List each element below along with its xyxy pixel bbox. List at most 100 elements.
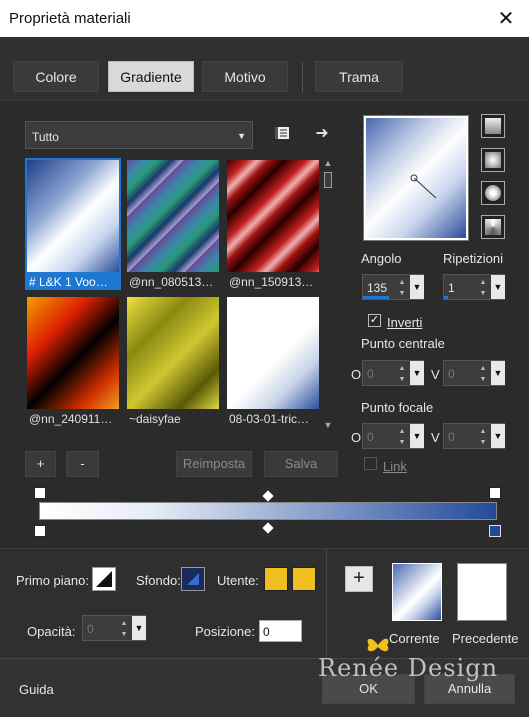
- invert-checkbox[interactable]: ✓: [368, 314, 381, 327]
- opacity-value: 0: [87, 622, 94, 636]
- opacity-stepper[interactable]: ▲ ▼: [118, 618, 130, 640]
- center-v-spinner[interactable]: 0 ▲ ▼ ▼: [443, 360, 505, 386]
- gradient-thumb[interactable]: 08-03-01-tric…: [225, 295, 321, 427]
- close-icon[interactable]: ✕: [483, 0, 529, 37]
- gradient-thumb[interactable]: @nn_240911…: [25, 295, 121, 427]
- previous-material-swatch[interactable]: [457, 563, 507, 621]
- gradient-editor-bar[interactable]: [39, 502, 497, 520]
- center-o-stepper[interactable]: ▲ ▼: [396, 363, 408, 385]
- focal-o-value: 0: [367, 430, 374, 444]
- position-label: Posizione:: [195, 624, 255, 639]
- remove-gradient-button[interactable]: -: [66, 451, 99, 477]
- chevron-down-icon[interactable]: ▼: [410, 424, 424, 448]
- foreground-triangle-icon: [96, 571, 112, 587]
- gradient-stop-marker[interactable]: [489, 487, 501, 499]
- chevron-down-icon[interactable]: ▼: [491, 275, 505, 299]
- arrow-right-icon[interactable]: ➜: [310, 121, 334, 145]
- user-color-swatch[interactable]: [264, 567, 288, 591]
- angle-handle-icon[interactable]: [408, 172, 442, 202]
- angle-spinner[interactable]: 135 ▲ ▼ ▼: [362, 274, 424, 300]
- chevron-down-icon[interactable]: ▼: [410, 361, 424, 385]
- save-button[interactable]: Salva: [264, 451, 338, 477]
- focal-v-label: V: [431, 430, 440, 445]
- angle-stepper[interactable]: ▲ ▼: [396, 277, 408, 299]
- gradient-stop-marker[interactable]: [34, 487, 46, 499]
- center-v-value: 0: [448, 367, 455, 381]
- category-dropdown[interactable]: Tutto ▼: [25, 121, 253, 149]
- help-link[interactable]: Guida: [19, 682, 54, 697]
- focal-point-label: Punto focale: [361, 400, 434, 415]
- chevron-down-icon[interactable]: ▼: [410, 275, 424, 299]
- current-label: Corrente: [389, 631, 440, 646]
- gradient-label: ~daisyfae: [129, 412, 181, 426]
- gradient-swatch: [227, 160, 319, 272]
- butterfly-icon: [367, 638, 389, 652]
- gradient-swatch: [227, 297, 319, 409]
- angle-value: 135: [367, 281, 388, 295]
- gradient-thumb[interactable]: @nn_080513…: [125, 158, 221, 290]
- tab-gradiente[interactable]: Gradiente: [108, 61, 194, 92]
- tab-separator: [302, 62, 303, 92]
- gradient-label: @nn_150913…: [229, 275, 314, 289]
- focal-o-label: O: [351, 430, 362, 445]
- add-user-color-button[interactable]: +: [345, 566, 373, 592]
- gradient-stop-marker[interactable]: [489, 525, 501, 537]
- gradient-label: @nn_080513…: [129, 275, 214, 289]
- chevron-down-icon[interactable]: ▼: [132, 616, 146, 640]
- repeats-slider[interactable]: [444, 296, 448, 299]
- focal-v-stepper[interactable]: ▲ ▼: [477, 426, 489, 448]
- current-material-swatch[interactable]: [392, 563, 442, 621]
- focal-v-spinner[interactable]: 0 ▲ ▼ ▼: [443, 423, 505, 449]
- angle-slider[interactable]: [363, 296, 389, 299]
- radial-style-icon[interactable]: [481, 215, 505, 239]
- user-color-swatch-alt[interactable]: [292, 567, 316, 591]
- sunburst-style-icon[interactable]: [481, 181, 505, 205]
- foreground-swatch[interactable]: [92, 567, 116, 591]
- scroll-up-icon[interactable]: ▲: [322, 158, 334, 168]
- gradient-label: # L&K 1 Voo…: [29, 275, 108, 289]
- gradient-thumb[interactable]: ~daisyfae: [125, 295, 221, 427]
- window-title: Proprietà materiali: [9, 10, 131, 27]
- gradient-thumb[interactable]: @nn_150913…: [225, 158, 321, 290]
- repeats-value: 1: [448, 281, 455, 295]
- gradient-label: @nn_240911…: [29, 412, 113, 426]
- scroll-down-icon[interactable]: ▼: [322, 420, 334, 430]
- rect-style-icon[interactable]: [481, 148, 505, 172]
- gradient-preview[interactable]: [363, 115, 469, 241]
- repeats-spinner[interactable]: 1 ▲ ▼ ▼: [443, 274, 505, 300]
- background-triangle-icon: [187, 573, 199, 585]
- add-gradient-button[interactable]: +: [25, 451, 56, 477]
- watermark: Renée Design: [318, 654, 499, 682]
- title-bar: Proprietà materiali ✕: [0, 0, 529, 37]
- opacity-label: Opacità:: [27, 624, 76, 639]
- background-label: Sfondo:: [136, 573, 181, 588]
- gradient-library-icon[interactable]: [270, 121, 294, 145]
- tab-motivo[interactable]: Motivo: [202, 61, 288, 92]
- focal-o-stepper[interactable]: ▲ ▼: [396, 426, 408, 448]
- previous-label: Precedente: [452, 631, 519, 646]
- chevron-down-icon: ▼: [237, 131, 246, 141]
- category-value: Tutto: [32, 130, 59, 144]
- chevron-down-icon[interactable]: ▼: [491, 424, 505, 448]
- gradient-stop-marker[interactable]: [34, 525, 46, 537]
- chevron-down-icon[interactable]: ▼: [491, 361, 505, 385]
- gradient-swatch: [27, 160, 119, 272]
- reset-button[interactable]: Reimposta: [176, 451, 252, 477]
- center-o-spinner[interactable]: 0 ▲ ▼ ▼: [362, 360, 424, 386]
- center-o-value: 0: [367, 367, 374, 381]
- link-checkbox[interactable]: [364, 457, 377, 470]
- gradient-grid: # L&K 1 Voo… @nn_080513… @nn_150913… @nn…: [25, 158, 338, 432]
- position-input[interactable]: 0: [259, 620, 302, 642]
- center-v-stepper[interactable]: ▲ ▼: [477, 363, 489, 385]
- scroll-thumb[interactable]: [324, 172, 332, 188]
- gradient-scrollbar[interactable]: ▲ ▼: [322, 158, 334, 432]
- tab-trama[interactable]: Trama: [315, 61, 403, 92]
- background-swatch[interactable]: [181, 567, 205, 591]
- center-v-label: V: [431, 367, 440, 382]
- focal-o-spinner[interactable]: 0 ▲ ▼ ▼: [362, 423, 424, 449]
- opacity-spinner[interactable]: 0 ▲ ▼ ▼: [82, 615, 146, 641]
- tab-colore[interactable]: Colore: [13, 61, 99, 92]
- gradient-thumb[interactable]: # L&K 1 Voo…: [25, 158, 121, 290]
- linear-style-icon[interactable]: [481, 114, 505, 138]
- repeats-stepper[interactable]: ▲ ▼: [477, 277, 489, 299]
